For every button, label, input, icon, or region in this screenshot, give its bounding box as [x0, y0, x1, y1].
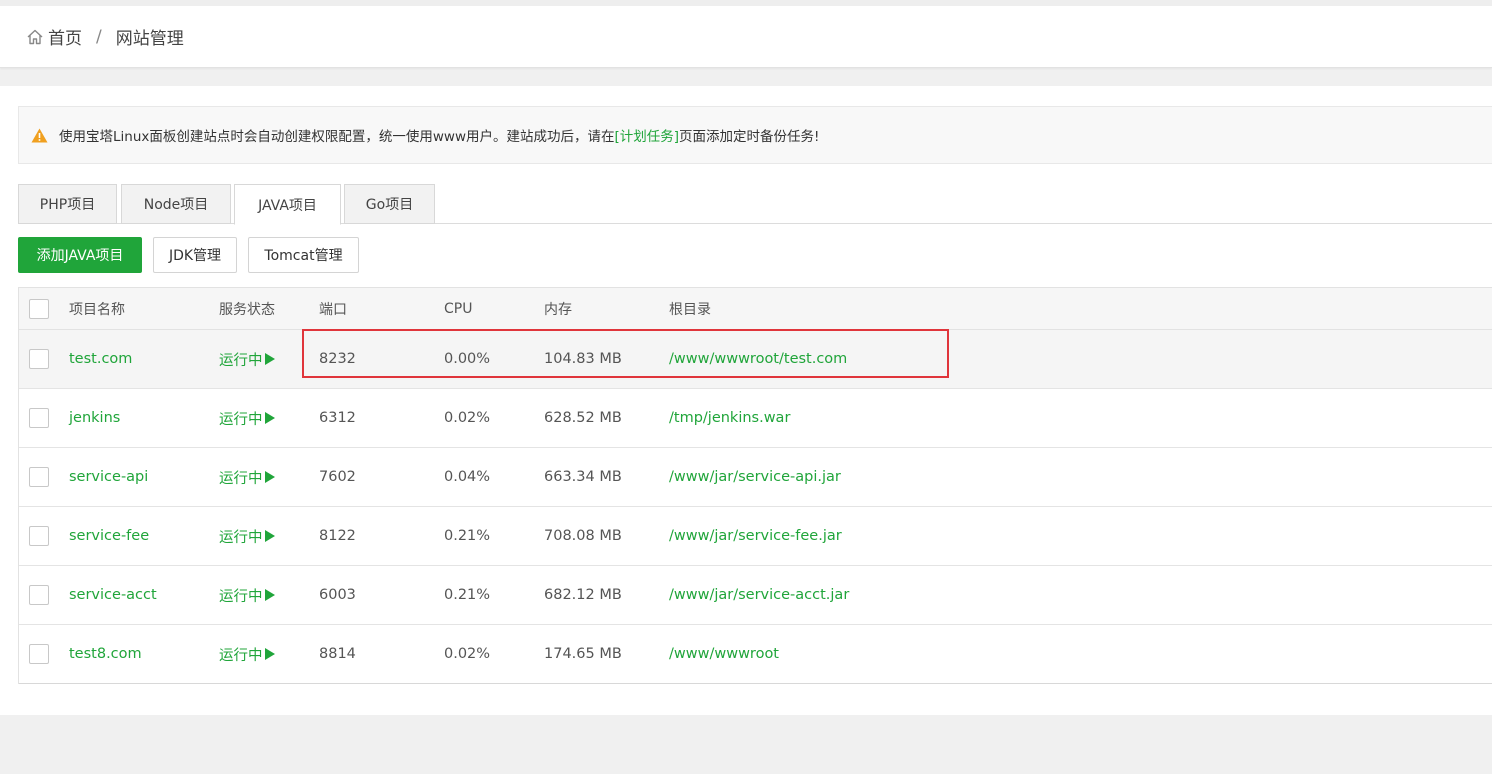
header-cpu[interactable]: CPU	[444, 288, 472, 329]
row-checkbox[interactable]	[29, 467, 49, 487]
memory-value: 708.08 MB	[544, 528, 622, 544]
root-dir-link[interactable]: /www/wwwroot	[669, 625, 779, 683]
row-checkbox[interactable]	[29, 644, 49, 664]
root-dir-link[interactable]: /tmp/jenkins.war	[669, 389, 790, 447]
breadcrumb-current: 网站管理	[115, 29, 184, 49]
status-toggle[interactable]: 运行中	[219, 389, 275, 447]
notice-bar: 使用宝塔Linux面板创建站点时会自动创建权限配置，统一使用www用户。建站成功…	[18, 106, 1492, 164]
port-value: 8122	[319, 528, 356, 544]
play-icon	[264, 589, 275, 601]
port-value: 6003	[319, 587, 356, 603]
header-root: 根目录	[669, 301, 711, 318]
root-dir-link[interactable]: /www/jar/service-fee.jar	[669, 507, 842, 565]
port-value: 6312	[319, 410, 356, 426]
row-checkbox[interactable]	[29, 526, 49, 546]
header-status: 服务状态	[219, 301, 275, 318]
status-toggle[interactable]: 运行中	[219, 448, 275, 506]
warning-icon	[31, 128, 48, 142]
table-row: service-acct 运行中 6003 0.21% 682.12 MB /w…	[19, 566, 1492, 625]
cpu-value: 0.04%	[444, 469, 491, 485]
cpu-value: 0.02%	[444, 646, 491, 662]
tab-go[interactable]: Go项目	[344, 184, 435, 224]
row-checkbox[interactable]	[29, 349, 49, 369]
cron-task-link[interactable]: [计划任务]	[615, 125, 680, 145]
memory-value: 682.12 MB	[544, 587, 622, 603]
status-text: 运行中	[219, 411, 263, 428]
tab-node[interactable]: Node项目	[121, 184, 231, 224]
main-panel: 使用宝塔Linux面板创建站点时会自动创建权限配置，统一使用www用户。建站成功…	[0, 86, 1492, 715]
project-name-link[interactable]: test.com	[69, 330, 132, 388]
status-text: 运行中	[219, 529, 263, 546]
port-value: 7602	[319, 469, 356, 485]
header-name[interactable]: 项目名称	[69, 288, 125, 329]
breadcrumb: 首页 / 网站管理	[0, 6, 1492, 68]
status-toggle[interactable]: 运行中	[219, 566, 275, 624]
project-tabs: PHP项目 Node项目 JAVA项目 Go项目	[18, 184, 1492, 225]
row-checkbox[interactable]	[29, 585, 49, 605]
notice-text: 使用宝塔Linux面板创建站点时会自动创建权限配置，统一使用www用户。建站成功…	[59, 129, 615, 145]
status-toggle[interactable]: 运行中	[219, 330, 275, 388]
tomcat-manage-button[interactable]: Tomcat管理	[248, 237, 359, 273]
table-row: service-fee 运行中 8122 0.21% 708.08 MB /ww…	[19, 507, 1492, 566]
header-memory[interactable]: 内存	[544, 288, 572, 329]
table-row: jenkins 运行中 6312 0.02% 628.52 MB /tmp/je…	[19, 389, 1492, 448]
notice-text-end: 页面添加定时备份任务!	[679, 129, 820, 145]
home-icon[interactable]	[26, 28, 44, 46]
highlight-box	[302, 329, 949, 378]
select-all-checkbox[interactable]	[29, 298, 49, 319]
port-value: 8814	[319, 646, 356, 662]
status-text: 运行中	[219, 470, 263, 487]
play-icon	[264, 412, 275, 424]
jdk-manage-button[interactable]: JDK管理	[153, 237, 237, 273]
tab-java[interactable]: JAVA项目	[234, 184, 341, 225]
status-toggle[interactable]: 运行中	[219, 507, 275, 565]
breadcrumb-home[interactable]: 首页	[48, 24, 82, 49]
cpu-value: 0.02%	[444, 410, 491, 426]
tab-php[interactable]: PHP项目	[18, 184, 117, 224]
memory-value: 174.65 MB	[544, 646, 622, 662]
status-text: 运行中	[219, 647, 263, 664]
cpu-value: 0.21%	[444, 587, 491, 603]
row-checkbox[interactable]	[29, 408, 49, 428]
table-row: test8.com 运行中 8814 0.02% 174.65 MB /www/…	[19, 625, 1492, 684]
root-dir-link[interactable]: /www/jar/service-acct.jar	[669, 566, 849, 624]
add-java-project-button[interactable]: 添加JAVA项目	[18, 237, 142, 273]
table-row: service-api 运行中 7602 0.04% 663.34 MB /ww…	[19, 448, 1492, 507]
project-name-link[interactable]: service-acct	[69, 566, 157, 624]
status-text: 运行中	[219, 352, 263, 369]
root-dir-link[interactable]: /www/jar/service-api.jar	[669, 448, 841, 506]
project-name-link[interactable]: service-fee	[69, 507, 149, 565]
header-port: 端口	[319, 301, 347, 318]
cpu-value: 0.21%	[444, 528, 491, 544]
project-name-link[interactable]: service-api	[69, 448, 148, 506]
table-header: 项目名称 服务状态 端口 CPU 内存 根目录	[19, 288, 1492, 330]
play-icon	[264, 353, 275, 365]
play-icon	[264, 471, 275, 483]
memory-value: 628.52 MB	[544, 410, 622, 426]
project-name-link[interactable]: test8.com	[69, 625, 142, 683]
memory-value: 663.34 MB	[544, 469, 622, 485]
play-icon	[264, 530, 275, 542]
project-name-link[interactable]: jenkins	[69, 389, 120, 447]
breadcrumb-separator: /	[96, 26, 102, 47]
status-toggle[interactable]: 运行中	[219, 625, 275, 683]
play-icon	[264, 648, 275, 660]
status-text: 运行中	[219, 588, 263, 605]
